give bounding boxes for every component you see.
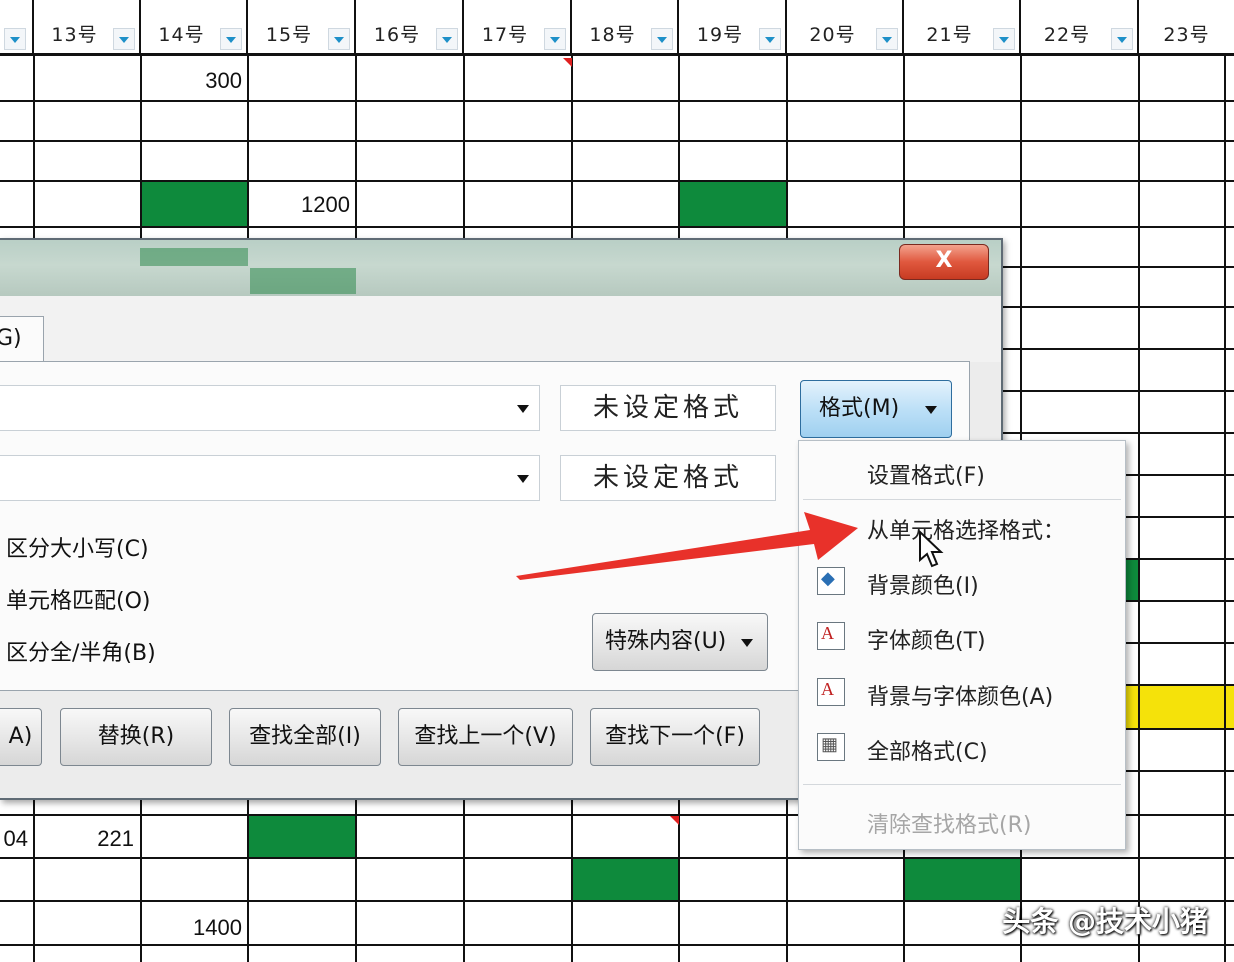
column-header-label: 18号 xyxy=(589,24,636,46)
fill-font-color-icon: A xyxy=(817,678,845,706)
find-next-label: 查找下一个(F) xyxy=(605,724,745,749)
tab-replace[interactable]: G) xyxy=(0,316,44,362)
find-format-preview: 未设定格式 xyxy=(560,385,776,431)
filter-dropdown-icon[interactable] xyxy=(651,28,673,50)
format-button-label: 格式(M) xyxy=(819,396,900,421)
column-header-23[interactable]: 23号 xyxy=(1139,0,1234,56)
tab-strip: G) xyxy=(0,296,1001,362)
watermark: 头条 @技术小猪 xyxy=(1002,905,1208,938)
column-header-label: 16号 xyxy=(373,24,421,46)
column-header-label: 23号 xyxy=(1163,24,1210,46)
format-dropdown-menu: 设置格式(F) 从单元格选择格式： ◆ 背景颜色(I) A 字体颜色(T) A … xyxy=(798,440,1126,850)
column-header-label: 22号 xyxy=(1043,24,1091,46)
cell-value[interactable]: 221 xyxy=(44,826,134,852)
green-cell[interactable] xyxy=(141,181,248,226)
filter-dropdown-icon[interactable] xyxy=(544,28,566,50)
special-content-button[interactable]: 特殊内容(U) xyxy=(592,613,768,671)
green-cell[interactable] xyxy=(679,181,787,226)
column-header-14[interactable]: 14号 xyxy=(141,0,248,56)
filter-dropdown-icon[interactable] xyxy=(328,28,350,50)
chevron-down-icon[interactable] xyxy=(517,405,529,413)
green-cell[interactable] xyxy=(572,858,679,901)
column-header-22[interactable]: 22号 xyxy=(1021,0,1139,56)
menu-item-background-color[interactable]: 背景颜色(I) xyxy=(867,568,979,600)
filter-dropdown-icon[interactable] xyxy=(436,28,458,50)
column-header-15[interactable]: 15号 xyxy=(248,0,356,56)
find-what-combobox[interactable] xyxy=(0,385,540,431)
format-button[interactable]: 格式(M) xyxy=(800,380,952,438)
column-header-label: 13号 xyxy=(51,24,98,46)
tab-label: G) xyxy=(0,326,22,351)
filter-dropdown-icon[interactable] xyxy=(113,28,135,50)
filter-dropdown-icon[interactable] xyxy=(876,28,898,50)
menu-item-all-formats[interactable]: 全部格式(C) xyxy=(867,734,988,766)
column-header-label: 20号 xyxy=(809,24,856,46)
chevron-down-icon xyxy=(741,639,753,647)
filter-dropdown-icon[interactable] xyxy=(4,28,26,50)
column-header-13[interactable]: 13号 xyxy=(34,0,141,56)
column-header-label: 17号 xyxy=(481,24,529,46)
menu-item-set-format[interactable]: 设置格式(F) xyxy=(867,458,985,490)
comment-indicator-icon xyxy=(670,816,679,825)
find-all-label: 查找全部(I) xyxy=(249,724,361,749)
comment-indicator-icon xyxy=(563,58,572,67)
chevron-down-icon xyxy=(925,406,937,414)
filter-dropdown-icon[interactable] xyxy=(759,28,781,50)
filter-dropdown-icon[interactable] xyxy=(993,28,1015,50)
menu-item-clear-find-format: 清除查找格式(R) xyxy=(867,813,1032,838)
font-color-icon: A xyxy=(817,622,845,650)
dialog-titlebar[interactable]: X xyxy=(0,240,1001,296)
special-content-label: 特殊内容(U) xyxy=(605,629,727,654)
column-header-label: 21号 xyxy=(926,24,973,46)
mouse-pointer-icon xyxy=(919,530,944,568)
chevron-down-icon[interactable] xyxy=(517,475,529,483)
filter-dropdown-icon[interactable] xyxy=(1111,28,1133,50)
cell-value[interactable]: 1200 xyxy=(256,192,350,218)
column-header-18[interactable]: 18号 xyxy=(572,0,679,56)
find-previous-button[interactable]: 查找上一个(V) xyxy=(398,708,573,766)
column-header-17[interactable]: 17号 xyxy=(464,0,572,56)
menu-item-font-color[interactable]: 字体颜色(T) xyxy=(867,623,986,655)
replace-all-button[interactable]: A) xyxy=(0,708,42,766)
column-header-21[interactable]: 21号 xyxy=(904,0,1021,56)
green-cell[interactable] xyxy=(904,858,1021,901)
column-header-19[interactable]: 19号 xyxy=(679,0,787,56)
cell-value[interactable]: 04 xyxy=(0,826,28,852)
menu-item-background-and-font-color[interactable]: 背景与字体颜色(A) xyxy=(867,679,1053,711)
filter-dropdown-icon[interactable] xyxy=(220,28,242,50)
column-header-label: 14号 xyxy=(158,24,205,46)
replace-format-preview: 未设定格式 xyxy=(560,455,776,501)
fill-color-icon: ◆ xyxy=(817,567,845,595)
column-header-label: 15号 xyxy=(265,24,313,46)
cell-value[interactable]: 300 xyxy=(150,68,242,94)
match-case-option[interactable]: 区分大小写(C) xyxy=(6,531,149,563)
green-cell[interactable] xyxy=(248,815,356,858)
find-all-button[interactable]: 查找全部(I) xyxy=(229,708,381,766)
close-button[interactable]: X xyxy=(899,244,989,280)
match-entire-cell-option[interactable]: 单元格匹配(O) xyxy=(6,583,150,615)
all-format-icon: ▦ xyxy=(817,733,845,761)
green-cell[interactable] xyxy=(1125,560,1139,600)
menu-item-choose-format-from-cell[interactable]: 从单元格选择格式： xyxy=(867,513,1065,545)
find-previous-label: 查找上一个(V) xyxy=(414,724,557,749)
column-header[interactable] xyxy=(0,0,34,56)
replace-with-combobox[interactable] xyxy=(0,455,540,501)
replace-button[interactable]: 替换(R) xyxy=(60,708,212,766)
find-next-button[interactable]: 查找下一个(F) xyxy=(590,708,760,766)
column-header-20[interactable]: 20号 xyxy=(787,0,904,56)
replace-all-label: A) xyxy=(8,724,33,749)
cell-value[interactable]: 1400 xyxy=(150,915,242,941)
column-header-label: 19号 xyxy=(696,24,744,46)
yellow-cell[interactable] xyxy=(1125,686,1234,728)
close-icon: X xyxy=(935,248,953,273)
replace-label: 替换(R) xyxy=(97,724,175,749)
column-header-16[interactable]: 16号 xyxy=(356,0,464,56)
match-byte-option[interactable]: 区分全/半角(B) xyxy=(6,635,156,667)
